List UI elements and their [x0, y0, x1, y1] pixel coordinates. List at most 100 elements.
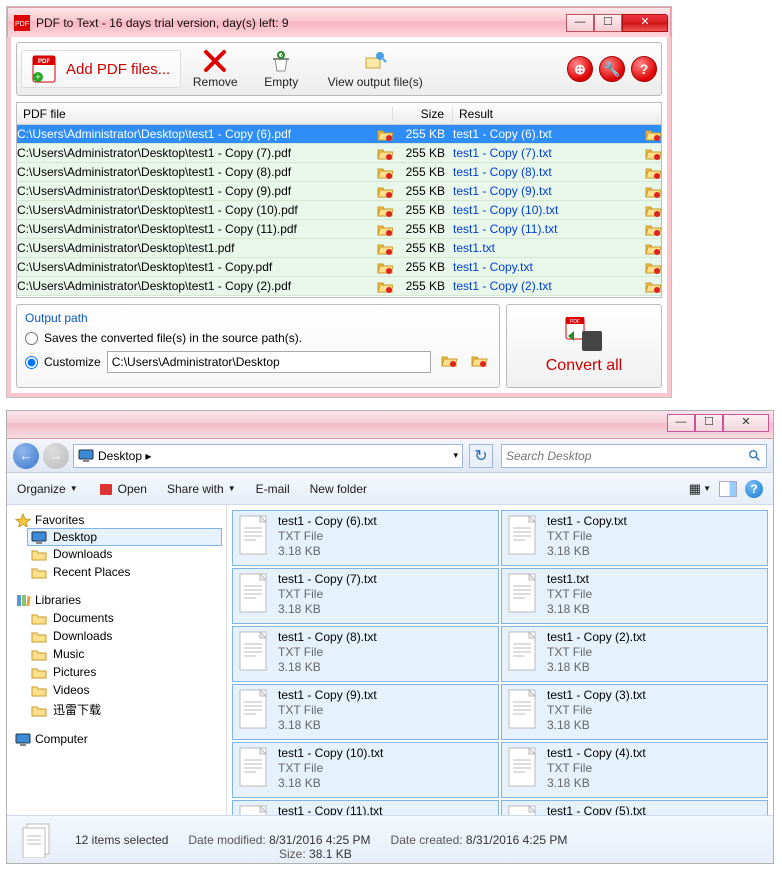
locate-result-icon[interactable] — [645, 279, 661, 293]
table-row[interactable]: C:\Users\Administrator\Desktop\test1 - C… — [17, 125, 661, 144]
view-output-button[interactable]: View output file(s) — [315, 47, 435, 91]
open-button[interactable]: Open — [98, 481, 147, 497]
file-size: 3.18 KB — [547, 660, 646, 675]
close-button[interactable]: ✕ — [723, 414, 769, 432]
maximize-button[interactable]: ☐ — [695, 414, 723, 432]
table-row[interactable]: C:\Users\Administrator\Desktop\test1 - C… — [17, 163, 661, 182]
search-input[interactable] — [506, 449, 748, 463]
forward-button[interactable]: → — [43, 443, 69, 469]
locate-file-icon[interactable] — [377, 260, 393, 274]
selection-count: 12 items selected — [75, 833, 168, 847]
locate-result-icon[interactable] — [645, 222, 661, 236]
file-item[interactable]: test1 - Copy (9).txtTXT File3.18 KB — [232, 684, 499, 740]
col-size[interactable]: Size — [393, 107, 453, 121]
close-button[interactable]: ✕ — [622, 14, 668, 32]
tree-item[interactable]: Downloads — [7, 545, 226, 563]
file-item[interactable]: test1 - Copy (7).txtTXT File3.18 KB — [232, 568, 499, 624]
chevron-down-icon[interactable]: ▾ — [453, 450, 458, 461]
minimize-button[interactable]: — — [667, 414, 695, 432]
maximize-button[interactable]: ☐ — [594, 14, 622, 32]
col-result[interactable]: Result — [453, 107, 661, 121]
locate-file-icon[interactable] — [377, 241, 393, 255]
browse-folder-icon[interactable] — [441, 353, 461, 371]
tree-item[interactable]: Desktop — [27, 528, 222, 546]
table-row[interactable]: C:\Users\Administrator\Desktop\test1.pdf… — [17, 239, 661, 258]
table-row[interactable]: C:\Users\Administrator\Desktop\test1 - C… — [17, 201, 661, 220]
tree-item[interactable]: Music — [7, 645, 226, 663]
share-menu[interactable]: Share with▼ — [167, 482, 236, 496]
tree-item[interactable]: 迅雷下载 — [7, 699, 226, 720]
file-item[interactable]: test1.txtTXT File3.18 KB — [501, 568, 768, 624]
file-type: TXT File — [547, 761, 646, 776]
language-button[interactable]: ⊕ — [567, 56, 593, 82]
table-row[interactable]: C:\Users\Administrator\Desktop\test1 - C… — [17, 182, 661, 201]
preview-pane-button[interactable] — [719, 481, 737, 497]
locate-result-icon[interactable] — [645, 165, 661, 179]
locate-file-icon[interactable] — [377, 146, 393, 160]
settings-button[interactable]: 🔧 — [599, 56, 625, 82]
file-size: 255 KB — [393, 184, 453, 198]
file-item[interactable]: test1 - Copy (6).txtTXT File3.18 KB — [232, 510, 499, 566]
radio-customize[interactable] — [25, 356, 38, 369]
table-row[interactable]: C:\Users\Administrator\Desktop\test1 - C… — [17, 258, 661, 277]
remove-button[interactable]: Remove — [183, 47, 247, 91]
file-item[interactable]: test1 - Copy.txtTXT File3.18 KB — [501, 510, 768, 566]
locate-result-icon[interactable] — [645, 127, 661, 141]
locate-file-icon[interactable] — [377, 222, 393, 236]
locate-result-icon[interactable] — [645, 203, 661, 217]
refresh-button[interactable]: ↻ — [469, 444, 493, 468]
locate-result-icon[interactable] — [645, 241, 661, 255]
file-type: TXT File — [547, 529, 627, 544]
titlebar[interactable]: PDF PDF to Text - 16 days trial version,… — [7, 7, 671, 37]
table-row[interactable]: C:\Users\Administrator\Desktop\test1 - C… — [17, 277, 661, 296]
back-button[interactable]: ← — [13, 443, 39, 469]
locate-file-icon[interactable] — [377, 184, 393, 198]
file-item[interactable]: test1 - Copy (2).txtTXT File3.18 KB — [501, 626, 768, 682]
file-name: test1 - Copy (8).txt — [278, 630, 377, 645]
file-item[interactable]: test1 - Copy (11).txtTXT File3.18 KB — [232, 800, 499, 815]
tree-item[interactable]: Downloads — [7, 627, 226, 645]
table-row[interactable]: C:\Users\Administrator\Desktop\test1 - C… — [17, 144, 661, 163]
organize-menu[interactable]: Organize▼ — [17, 482, 78, 496]
tree-favorites[interactable]: Favorites — [7, 511, 226, 529]
open-folder-icon[interactable] — [471, 353, 491, 371]
output-path-input[interactable] — [107, 351, 431, 373]
tree-item[interactable]: Recent Places — [7, 563, 226, 581]
locate-file-icon[interactable] — [377, 165, 393, 179]
email-button[interactable]: E-mail — [256, 482, 290, 496]
file-item[interactable]: test1 - Copy (10).txtTXT File3.18 KB — [232, 742, 499, 798]
help-button[interactable]: ? — [745, 480, 763, 498]
breadcrumb[interactable]: Desktop ▸ ▾ — [73, 444, 463, 468]
col-file[interactable]: PDF file — [17, 107, 393, 121]
file-item[interactable]: test1 - Copy (3).txtTXT File3.18 KB — [501, 684, 768, 740]
view-menu[interactable]: ▦▼ — [689, 481, 711, 497]
explorer-titlebar[interactable]: — ☐ ✕ — [7, 411, 773, 439]
locate-result-icon[interactable] — [645, 260, 661, 274]
file-item[interactable]: test1 - Copy (5).txtTXT File3.18 KB — [501, 800, 768, 815]
file-item[interactable]: test1 - Copy (8).txtTXT File3.18 KB — [232, 626, 499, 682]
tree-libraries[interactable]: Libraries — [7, 591, 226, 609]
file-item[interactable]: test1 - Copy (4).txtTXT File3.18 KB — [501, 742, 768, 798]
radio-source-path[interactable] — [25, 332, 38, 345]
tree-item[interactable]: Videos — [7, 681, 226, 699]
new-folder-button[interactable]: New folder — [310, 482, 367, 496]
add-pdf-button[interactable]: Add PDF files... — [21, 50, 181, 88]
locate-result-icon[interactable] — [645, 146, 661, 160]
empty-button[interactable]: Empty — [249, 47, 313, 91]
view-output-icon — [363, 49, 387, 73]
tree-computer[interactable]: Computer — [7, 730, 226, 748]
tree-item[interactable]: Pictures — [7, 663, 226, 681]
locate-file-icon[interactable] — [377, 127, 393, 141]
table-row[interactable]: C:\Users\Administrator\Desktop\test1 - C… — [17, 220, 661, 239]
minimize-button[interactable]: — — [566, 14, 594, 32]
computer-icon — [15, 732, 31, 746]
tree-item[interactable]: Documents — [7, 609, 226, 627]
locate-result-icon[interactable] — [645, 184, 661, 198]
search-box[interactable] — [501, 444, 767, 468]
tree-item-icon — [31, 611, 47, 625]
help-button[interactable]: ? — [631, 56, 657, 82]
convert-all-button[interactable]: Convert all — [506, 304, 662, 388]
locate-file-icon[interactable] — [377, 279, 393, 293]
file-grid[interactable]: test1 - Copy (6).txtTXT File3.18 KBtest1… — [227, 505, 773, 815]
locate-file-icon[interactable] — [377, 203, 393, 217]
